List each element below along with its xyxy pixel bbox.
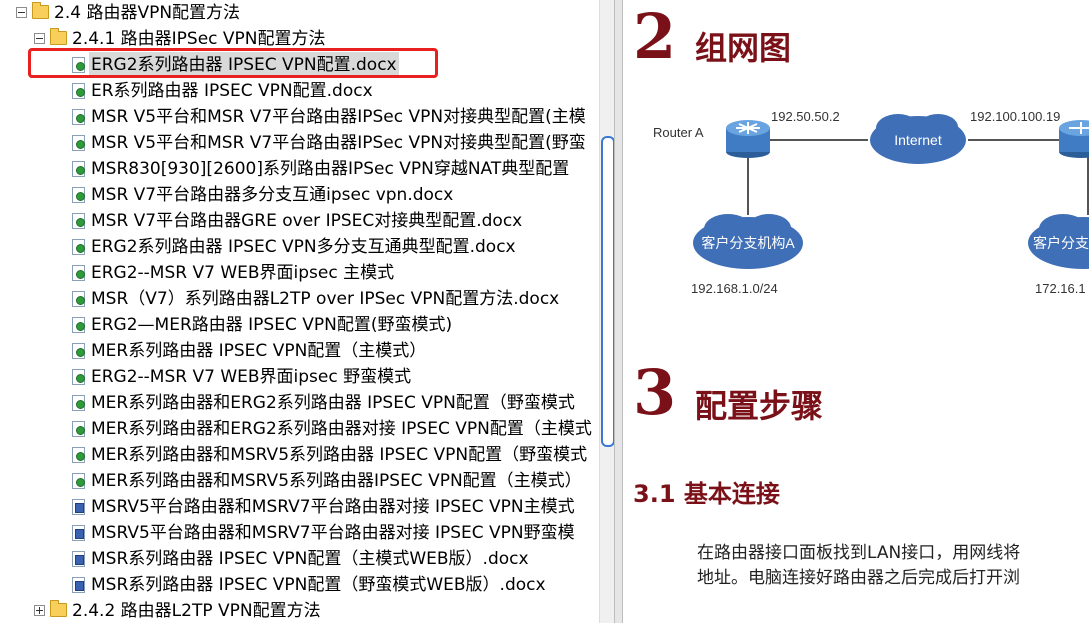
subnet-b-label: 172.16.1 — [1035, 281, 1086, 296]
tree-item-label: ERG2--MSR V7 WEB界面ipsec 野蛮模式 — [91, 367, 412, 387]
internet-cloud-icon: Internet — [870, 114, 966, 164]
tree-item-label: ERG2—MER路由器 IPSEC VPN配置(野蛮模式) — [91, 315, 453, 335]
paragraph-line-2: 地址。电脑连接好路由器之后完成后打开浏 — [697, 568, 1020, 588]
tree-item-label: MER系列路由器和ERG2系列路由器 IPSEC VPN配置（野蛮模式 — [91, 393, 575, 413]
collapse-icon[interactable] — [34, 33, 45, 44]
tree-item-label: MSR830[930][2600]系列路由器IPSec VPN穿越NAT典型配置 — [91, 159, 570, 179]
tree-item-label: MSR V5平台和MSR V7平台路由器IPSec VPN对接典型配置(野蛮 — [91, 133, 586, 153]
tree-item-label: MER系列路由器 IPSEC VPN配置（主模式） — [91, 341, 427, 361]
branch-a-cloud-icon: 客户分支机构A — [693, 214, 803, 269]
tree-item-label: 2.4.2 路由器L2TP VPN配置方法 — [72, 601, 321, 621]
tree-item-label: MER系列路由器和ERG2系列路由器对接 IPSEC VPN配置（主模式 — [91, 419, 592, 439]
document-icon — [72, 317, 85, 333]
tree-item-label: MER系列路由器和MSRV5系列路由器IPSEC VPN配置（主模式） — [91, 471, 582, 491]
folder-icon — [32, 2, 49, 19]
document-icon — [72, 187, 85, 203]
document-icon — [72, 369, 85, 385]
document-preview-pane: 2 组网图 Internet 客户分支机构A 客户分支 Router A 192… — [623, 0, 1089, 623]
file-tree-pane: 2.4 路由器VPN配置方法 2.4.1 路由器IPSec VPN配置方法 ERG2… — [0, 0, 601, 623]
document-icon — [72, 135, 85, 151]
annotation-highlight-box — [28, 48, 438, 78]
tree-item-label: MSR V7平台路由器多分支互通ipsec vpn.docx — [91, 185, 454, 205]
router-a-label: Router A — [653, 125, 704, 140]
folder-icon — [50, 28, 67, 45]
collapse-icon[interactable] — [16, 7, 27, 18]
internet-label: Internet — [894, 132, 942, 148]
tree-item-label: MSR（V7）系列路由器L2TP over IPSec VPN配置方法.docx — [91, 289, 560, 309]
branch-b-cloud-icon: 客户分支 — [1028, 214, 1089, 269]
subnet-a-label: 192.168.1.0/24 — [691, 281, 778, 296]
expand-icon[interactable] — [34, 605, 45, 616]
paragraph-line-1: 在路由器接口面板找到LAN接口，用网线将 — [697, 543, 1021, 563]
document-icon — [72, 265, 85, 281]
word-document-icon — [72, 577, 85, 593]
tree-item-label: ER系列路由器 IPSEC VPN配置.docx — [91, 81, 373, 101]
section-2-number: 2 — [633, 0, 677, 73]
tree-item-label: MSRV5平台路由器和MSRV7平台路由器对接 IPSEC VPN野蛮模 — [91, 523, 575, 543]
branch-b-label: 客户分支 — [1033, 235, 1089, 251]
document-icon — [72, 161, 85, 177]
document-icon — [72, 239, 85, 255]
tree-item-label: ERG2系列路由器 IPSEC VPN多分支互通典型配置.docx — [91, 237, 516, 257]
pane-splitter[interactable] — [614, 0, 623, 623]
ip-right-label: 192.100.100.19 — [970, 109, 1061, 124]
tree-item-label: MSR系列路由器 IPSEC VPN配置（主模式WEB版）.docx — [91, 549, 529, 569]
section-3-title: 配置步骤 — [695, 387, 824, 425]
word-document-icon — [72, 525, 85, 541]
document-icon — [72, 83, 85, 99]
document-icon — [72, 109, 85, 125]
document-icon — [72, 213, 85, 229]
document-icon — [72, 421, 85, 437]
ip-left-label: 192.50.50.2 — [771, 109, 840, 124]
document-icon — [72, 395, 85, 411]
document-icon — [72, 473, 85, 489]
tree-item-label: MSRV5平台路由器和MSRV7平台路由器对接 IPSEC VPN主模式 — [91, 497, 575, 517]
router-a-icon — [726, 120, 770, 158]
word-document-icon — [72, 499, 85, 515]
section-2-title: 组网图 — [695, 29, 792, 67]
tree-scrollbar-thumb[interactable] — [601, 136, 615, 447]
router-b-icon — [1059, 120, 1089, 158]
document-icon — [72, 291, 85, 307]
document-icon — [72, 343, 85, 359]
word-document-icon — [72, 551, 85, 567]
tree-item-label: MER系列路由器和MSRV5系列路由器 IPSEC VPN配置（野蛮模式 — [91, 445, 588, 465]
tree-item-label: ERG2--MSR V7 WEB界面ipsec 主模式 — [91, 263, 395, 283]
branch-a-label: 客户分支机构A — [701, 235, 795, 251]
folder-icon — [50, 600, 67, 617]
section-3-1-title: 3.1 基本连接 — [633, 480, 780, 508]
tree-item-label: MSR V7平台路由器GRE over IPSEC对接典型配置.docx — [91, 211, 523, 231]
tree-item-label: MSR系列路由器 IPSEC VPN配置（野蛮模式WEB版）.docx — [91, 575, 546, 595]
section-3-number: 3 — [633, 356, 677, 429]
document-icon — [72, 447, 85, 463]
tree-item-label: MSR V5平台和MSR V7平台路由器IPSec VPN对接典型配置(主模 — [91, 107, 586, 127]
tree-item-label: 2.4 路由器VPN配置方法 — [54, 3, 241, 23]
